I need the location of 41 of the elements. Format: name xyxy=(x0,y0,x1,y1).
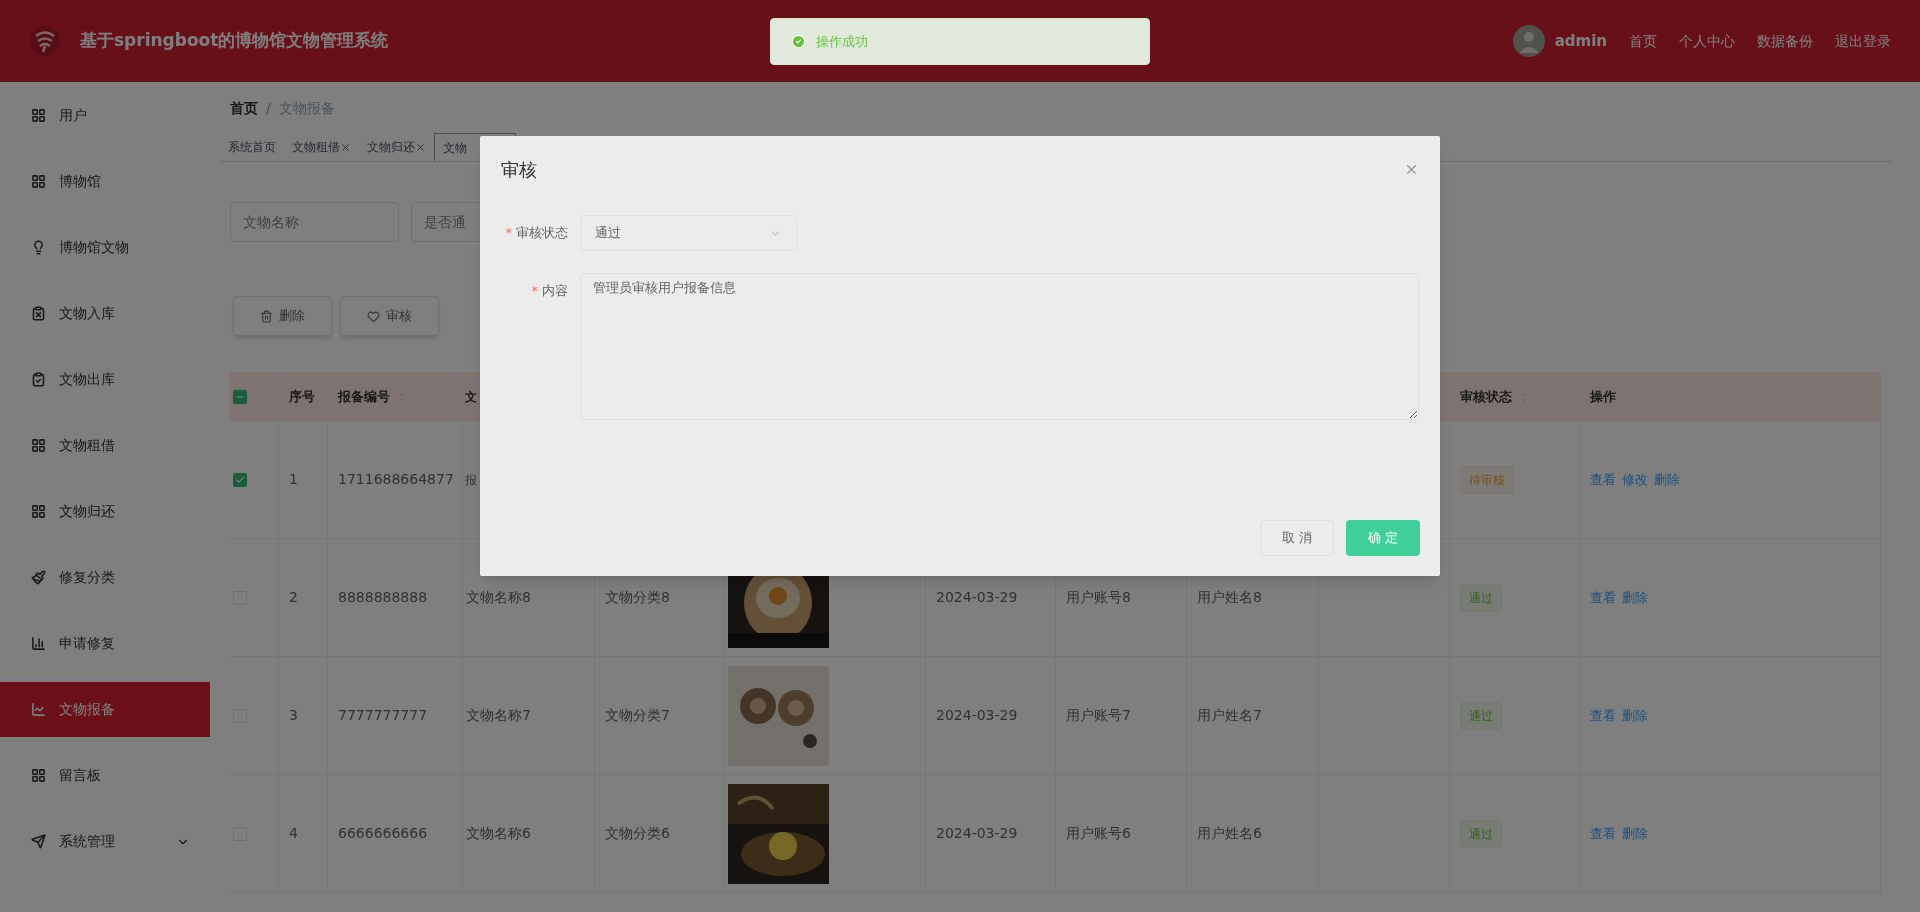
table-cell-text: 用户账号8 xyxy=(1066,588,1131,607)
status-tag: 通过 xyxy=(1460,701,1502,730)
table-cell-text: 用户姓名7 xyxy=(1197,706,1262,725)
table-cell-text: 文物名称7 xyxy=(466,706,531,725)
column-header: 审核状态 xyxy=(1460,386,1530,407)
toast-message: 操作成功 xyxy=(816,32,868,51)
table-cell-text: 报 xyxy=(465,471,477,489)
table-cell-text: 1711688664877 xyxy=(338,470,454,489)
table-cell-text: 用户账号7 xyxy=(1066,706,1131,725)
status-tag: 通过 xyxy=(1460,583,1502,612)
column-header: 报备编号 xyxy=(338,386,408,407)
table-cell-text: 用户姓名8 xyxy=(1197,588,1262,607)
table-cell-text: 4 xyxy=(289,824,298,843)
field-label: 审核状态 xyxy=(516,224,568,243)
table-cell-text: 2024-03-29 xyxy=(936,706,1018,725)
table-cell-text: 8888888888 xyxy=(338,588,428,607)
table-cell-text: 文物分类8 xyxy=(605,588,670,607)
table-cell-text: 2 xyxy=(289,588,298,607)
table-cell-text: 文物分类6 xyxy=(605,824,670,843)
required-mark: * xyxy=(531,282,538,301)
app-title: 基于springboot的博物馆文物管理系统 xyxy=(80,29,389,53)
breadcrumb-separator: / xyxy=(266,98,271,118)
status-tag: 通过 xyxy=(1460,819,1502,848)
table-cell-text: 文物名称6 xyxy=(466,824,531,843)
table-cell-text: 用户姓名6 xyxy=(1197,824,1262,843)
table-cell-text: 7777777777 xyxy=(338,706,428,725)
table-cell-text: 1 xyxy=(289,470,298,489)
table-cell-text: 2024-03-29 xyxy=(936,588,1018,607)
table-cell-text: 文物名称8 xyxy=(466,588,531,607)
table-cell-text: 2024-03-29 xyxy=(936,824,1018,843)
required-mark: * xyxy=(505,224,512,243)
column-header: 文 xyxy=(465,388,477,406)
table-cell-text: 6666666666 xyxy=(338,824,428,843)
column-header: 操作 xyxy=(1590,387,1616,406)
status-tag: 待审核 xyxy=(1460,465,1514,494)
column-header: 序号 xyxy=(289,387,315,406)
dialog-title: 审核 xyxy=(501,158,537,182)
table-cell-text: 文物分类7 xyxy=(605,706,670,725)
table-cell-text: 3 xyxy=(289,706,298,725)
field-label: 内容 xyxy=(542,282,568,301)
table-cell-text: 用户账号6 xyxy=(1066,824,1131,843)
